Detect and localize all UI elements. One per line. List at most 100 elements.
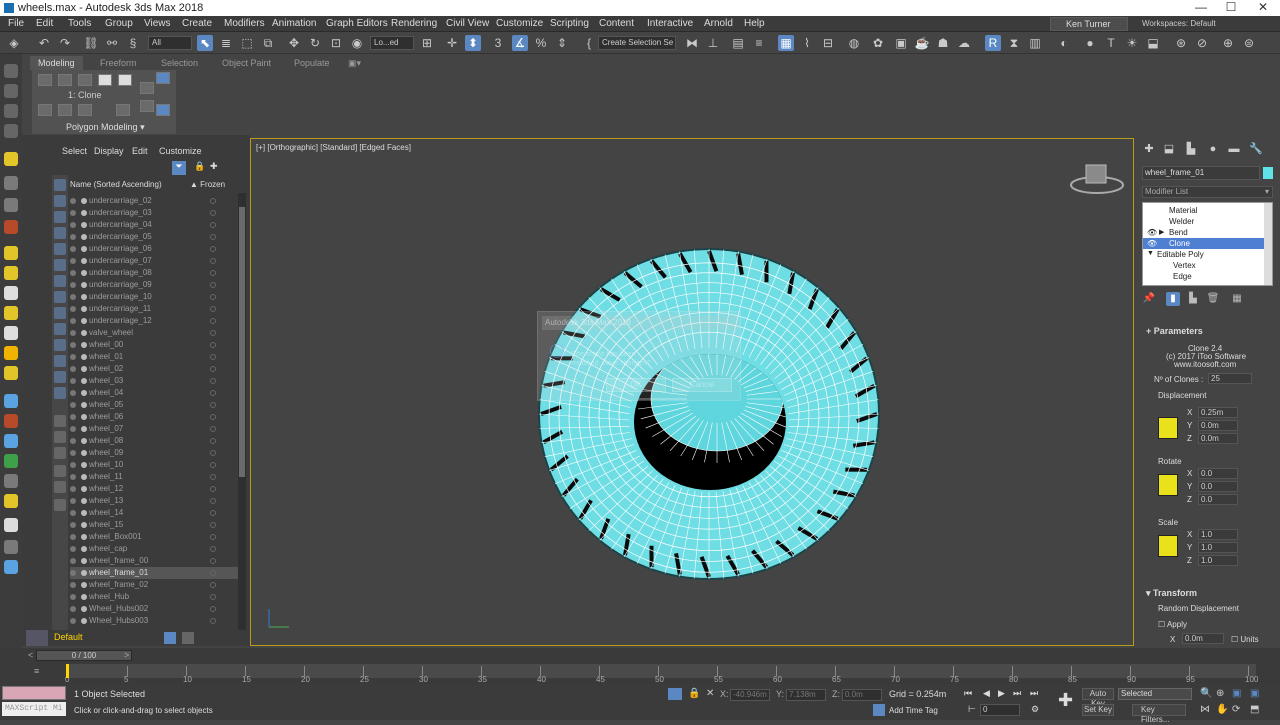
select-manipulate-icon[interactable]: ✛ — [444, 35, 460, 51]
freeze-toggle-icon[interactable] — [210, 450, 216, 456]
visibility-toggle-icon[interactable] — [70, 234, 76, 240]
visibility-toggle-icon[interactable] — [70, 546, 76, 552]
freeze-toggle-icon[interactable] — [210, 282, 216, 288]
stack-item-clone[interactable]: Clone — [1143, 238, 1265, 249]
track-bar[interactable]: ≡ 05101520253035404550556065707580859095… — [0, 664, 1280, 684]
add-time-tag[interactable]: Add Time Tag — [889, 706, 938, 715]
dialog-cancel-button[interactable]: Cancel — [672, 378, 732, 392]
toggle-ribbon-icon[interactable]: ▦ — [778, 35, 794, 51]
freeze-toggle-icon[interactable] — [210, 402, 216, 408]
menu-animation[interactable]: Animation — [272, 18, 316, 29]
visibility-toggle-icon[interactable] — [70, 258, 76, 264]
ribbon-tab-populate[interactable]: Populate — [286, 56, 338, 70]
visibility-toggle-icon[interactable] — [70, 414, 76, 420]
freeze-toggle-icon[interactable] — [210, 462, 216, 468]
units-checkbox[interactable]: ☐ Units — [1231, 635, 1259, 644]
list-item[interactable]: undercarriage_12 — [70, 315, 238, 327]
ribbon-tab-selection[interactable]: Selection — [153, 56, 206, 70]
visibility-toggle-icon[interactable] — [70, 198, 76, 204]
dock-icon[interactable] — [4, 560, 18, 574]
polygon-modeling-dropdown[interactable]: Polygon Modeling ▾ — [66, 122, 145, 133]
frozen-column-header[interactable]: ▲ Frozen — [190, 180, 225, 189]
visibility-toggle-icon[interactable] — [70, 366, 76, 372]
list-item[interactable]: wheel_10 — [70, 459, 238, 471]
cameras-filter-icon[interactable] — [54, 243, 66, 255]
track-bar-menu-icon[interactable]: ≡ — [34, 666, 39, 676]
bones-filter-icon[interactable] — [54, 323, 66, 335]
user-account-dropdown[interactable]: Ken Turner — [1050, 17, 1128, 31]
visibility-toggle-icon[interactable] — [70, 438, 76, 444]
arnold-log-icon[interactable]: ⊕ — [1220, 35, 1236, 51]
visibility-toggle-icon[interactable] — [70, 618, 76, 624]
freeze-toggle-icon[interactable] — [210, 618, 216, 624]
zoom-icon[interactable]: 🔍 — [1200, 688, 1212, 699]
list-item[interactable]: wheel_Box001 — [70, 531, 238, 543]
render-iterative-icon[interactable]: ☗ — [935, 35, 951, 51]
current-frame-marker[interactable] — [66, 664, 69, 678]
maximize-viewport-icon[interactable]: ⬒ — [1250, 704, 1259, 715]
list-item[interactable]: wheel_14 — [70, 507, 238, 519]
make-unique-icon[interactable]: ▙ — [1186, 292, 1200, 306]
freeze-toggle-icon[interactable] — [210, 318, 216, 324]
spacewarps-filter-icon[interactable] — [54, 275, 66, 287]
freeze-toggle-icon[interactable] — [210, 534, 216, 540]
visibility-toggle-icon[interactable] — [70, 294, 76, 300]
current-layer-label[interactable]: Default — [54, 632, 83, 642]
visibility-toggle-icon[interactable] — [70, 282, 76, 288]
display-tab-icon[interactable]: ▬ — [1227, 142, 1241, 156]
element-mode-icon[interactable] — [118, 74, 132, 86]
render-setup-icon[interactable]: ✿ — [870, 35, 886, 51]
maxscript-mini-input[interactable]: MAXScript Mi — [2, 702, 66, 716]
rendered-frame-window-icon[interactable]: ▣ — [893, 35, 909, 51]
list-item[interactable]: wheel_cap — [70, 543, 238, 555]
menu-file[interactable]: File — [8, 18, 24, 29]
minimize-button[interactable]: — — [1186, 0, 1216, 16]
toggle-layer-explorer-icon[interactable]: ≡ — [751, 35, 767, 51]
list-item[interactable]: wheel_12 — [70, 483, 238, 495]
pin-stack-icon[interactable] — [140, 100, 154, 112]
visibility-toggle-icon[interactable] — [70, 486, 76, 492]
zoom-extents-all-icon[interactable]: ▣ — [1250, 688, 1259, 699]
freeze-toggle-icon[interactable] — [210, 510, 216, 516]
rand-x-spinner[interactable]: 0.0m — [1182, 633, 1224, 644]
spacewarps-icon[interactable] — [4, 220, 18, 234]
visibility-toggle-icon[interactable] — [70, 342, 76, 348]
polygon-mode-icon[interactable] — [98, 74, 112, 86]
visibility-toggle-icon[interactable] — [70, 426, 76, 432]
freeze-toggle-icon[interactable] — [210, 378, 216, 384]
list-item[interactable]: wheel_frame_02 — [70, 579, 238, 591]
freeze-toggle-icon[interactable] — [210, 486, 216, 492]
y-coord-field[interactable]: 7.138m — [786, 689, 826, 701]
scene-converter-icon[interactable]: ⧗ — [1006, 35, 1022, 51]
key-selection-dropdown[interactable]: Selected — [1118, 688, 1192, 700]
material-editor-icon[interactable]: ◍ — [846, 35, 862, 51]
previous-modifier-icon[interactable] — [38, 104, 52, 116]
list-item[interactable]: wheel_02 — [70, 363, 238, 375]
freeze-toggle-icon[interactable] — [210, 234, 216, 240]
visibility-toggle-icon[interactable] — [70, 318, 76, 324]
unlink-icon[interactable]: ⚯ — [104, 35, 120, 51]
list-item[interactable]: undercarriage_09 — [70, 279, 238, 291]
time-slider[interactable]: 0 / 100 — [36, 650, 132, 661]
freeze-toggle-icon[interactable] — [210, 582, 216, 588]
menu-tools[interactable]: Tools — [68, 18, 91, 29]
shapes-filter-icon[interactable] — [54, 211, 66, 223]
eye-icon[interactable]: 👁 — [1147, 239, 1157, 248]
named-selection-sets-dropdown[interactable]: Create Selection Se — [598, 36, 676, 50]
scene-tab-select[interactable]: Select — [62, 146, 87, 156]
maxscript-listener-mini[interactable] — [2, 686, 66, 700]
scl-z-spinner[interactable]: 1.0 — [1198, 555, 1238, 566]
menu-create[interactable]: Create — [182, 18, 212, 29]
eye-icon[interactable]: 👁 — [1147, 228, 1157, 237]
freeze-toggle-icon[interactable] — [210, 270, 216, 276]
redo-icon[interactable]: ↷ — [57, 35, 73, 51]
curve-editor-icon[interactable]: ⌇ — [799, 35, 815, 51]
arnold-sun-icon[interactable]: ☀ — [1124, 35, 1140, 51]
groups-filter-icon[interactable] — [54, 291, 66, 303]
add-layer-icon[interactable]: ✚ — [210, 161, 218, 172]
use-soft-selection-icon[interactable] — [156, 104, 170, 116]
sort-by-layer-icon[interactable] — [164, 632, 176, 644]
list-item[interactable]: wheel_Hub — [70, 591, 238, 603]
layer-toggle-icon[interactable] — [4, 84, 18, 98]
visibility-toggle-icon[interactable] — [70, 534, 76, 540]
